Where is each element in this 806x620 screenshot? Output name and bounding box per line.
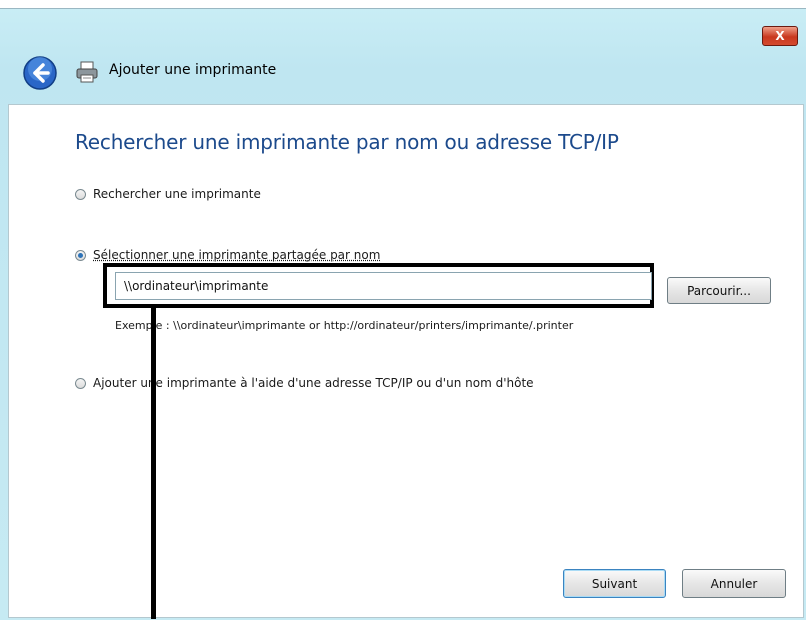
browse-button[interactable]: Parcourir... (667, 277, 771, 304)
option-search-printer[interactable]: Rechercher une imprimante (75, 187, 261, 201)
close-icon: X (775, 29, 785, 43)
printer-icon (76, 61, 98, 83)
share-name-input[interactable] (115, 272, 652, 300)
radio-select-shared-printer[interactable] (75, 249, 86, 261)
next-button[interactable]: Suivant (563, 569, 666, 598)
option-tcpip-printer[interactable]: Ajouter une imprimante à l'aide d'une ad… (75, 376, 534, 390)
option-select-shared-printer-label: Sélectionner une imprimante partagée par… (93, 248, 381, 262)
window-title: Ajouter une imprimante (109, 62, 277, 78)
back-button[interactable] (23, 56, 57, 90)
option-tcpip-printer-label: Ajouter une imprimante à l'aide d'une ad… (93, 376, 534, 390)
example-text: Exemple : \\ordinateur\imprimante or htt… (115, 319, 574, 332)
radio-tcpip-printer[interactable] (75, 377, 86, 389)
cancel-button[interactable]: Annuler (682, 569, 786, 598)
radio-search-printer[interactable] (75, 188, 86, 200)
page-heading: Rechercher une imprimante par nom ou adr… (75, 130, 619, 154)
content-panel (8, 104, 804, 618)
close-button[interactable]: X (762, 26, 798, 46)
callout-line (151, 306, 156, 619)
option-search-printer-label: Rechercher une imprimante (93, 187, 261, 201)
option-select-shared-printer[interactable]: Sélectionner une imprimante partagée par… (75, 248, 380, 262)
